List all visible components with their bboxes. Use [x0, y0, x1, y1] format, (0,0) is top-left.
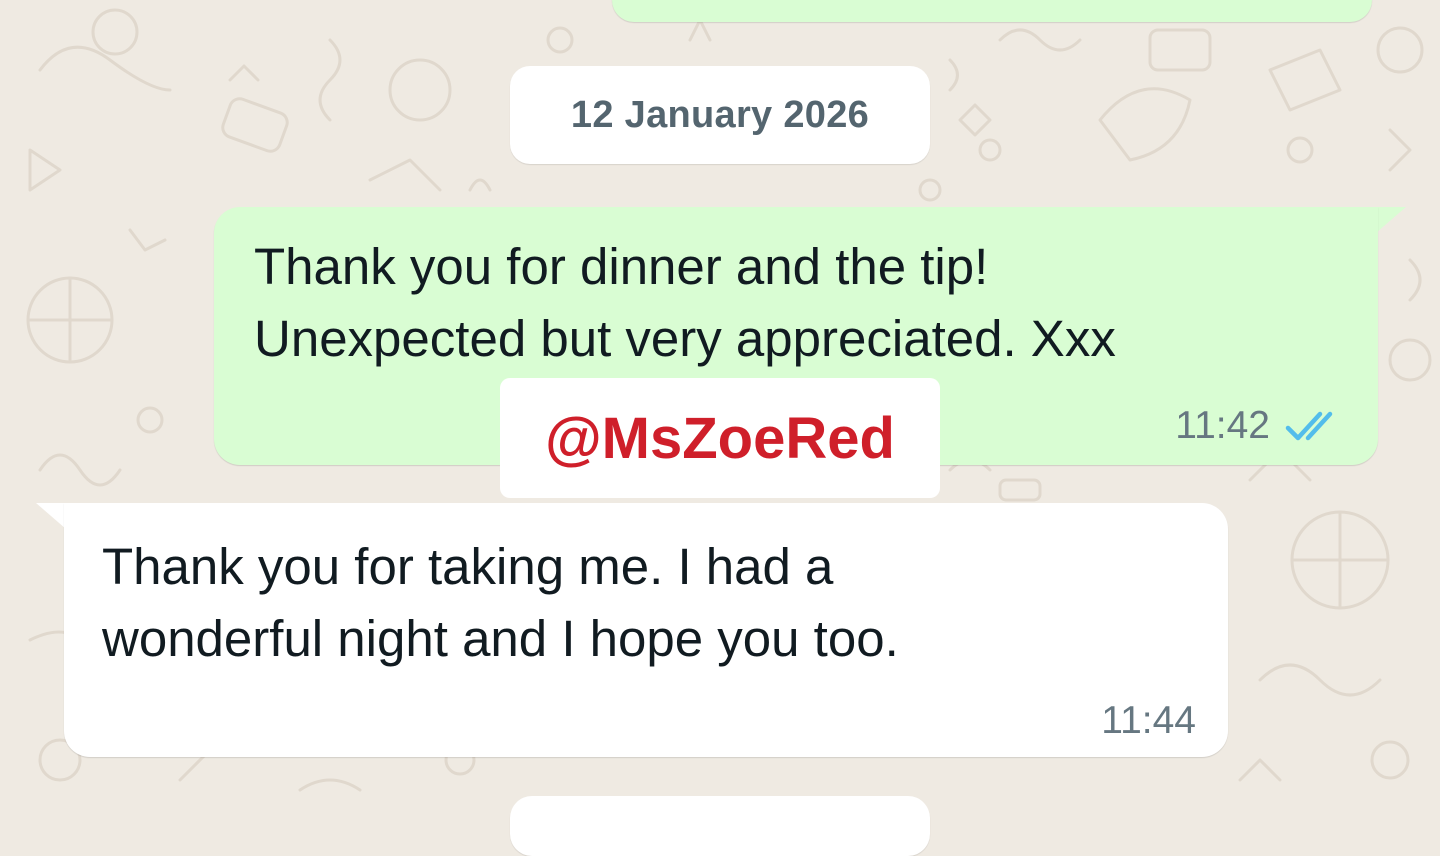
outgoing-message-time: 11:42 — [1175, 404, 1270, 447]
date-separator-label: 12 January 2026 — [570, 93, 870, 136]
incoming-message-bubble[interactable]: Thank you for taking me. I had a wonderf… — [64, 503, 1228, 757]
incoming-bubble-tail — [36, 503, 66, 529]
watermark-text: @MsZoeRed — [545, 405, 895, 471]
outgoing-bubble-tail — [1376, 207, 1406, 233]
outgoing-message-text: Thank you for dinner and the tip! Unexpe… — [254, 238, 1116, 367]
incoming-message-text: Thank you for taking me. I had a wonderf… — [102, 538, 899, 667]
date-separator: 12 January 2026 — [510, 66, 930, 164]
incoming-message-time: 11:44 — [1101, 699, 1196, 742]
previous-message-bubble[interactable] — [612, 0, 1372, 22]
double-check-read-icon — [1285, 411, 1333, 441]
watermark-label: @MsZoeRed — [500, 378, 940, 498]
next-date-separator — [510, 796, 930, 856]
outgoing-message-meta: 11:42 — [1175, 404, 1344, 448]
